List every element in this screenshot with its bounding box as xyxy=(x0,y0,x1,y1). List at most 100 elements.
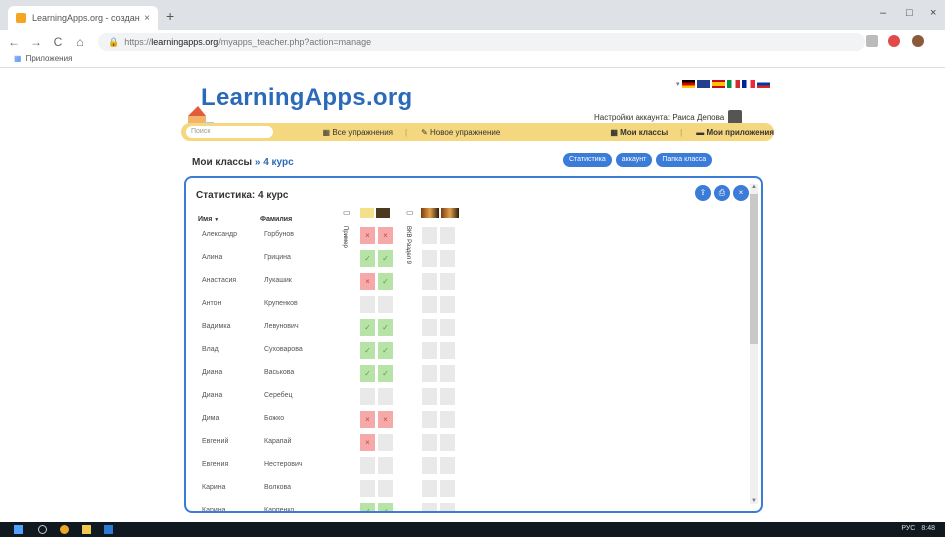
tab-close-icon[interactable]: × xyxy=(144,13,150,24)
flag-ru-icon[interactable] xyxy=(756,80,770,88)
close-window-button[interactable]: × xyxy=(930,7,936,19)
result-cell[interactable] xyxy=(440,342,455,359)
breadcrumb-root[interactable]: Мои классы xyxy=(192,157,252,168)
minimize-button[interactable]: – xyxy=(880,7,886,19)
result-cell[interactable] xyxy=(422,273,437,290)
result-cell[interactable]: ✓ xyxy=(378,503,393,511)
result-cell[interactable] xyxy=(440,388,455,405)
home-button[interactable]: ⌂ xyxy=(72,35,88,49)
browser-tab[interactable]: LearningApps.org - создание м × xyxy=(8,6,158,30)
word-icon[interactable] xyxy=(104,525,113,534)
flag-fr-icon[interactable] xyxy=(741,80,755,88)
flag-it-icon[interactable] xyxy=(726,80,740,88)
result-cell[interactable] xyxy=(422,503,437,511)
scroll-down-icon[interactable]: ▼ xyxy=(751,498,757,504)
result-cell[interactable] xyxy=(440,296,455,313)
flag-gb-icon[interactable] xyxy=(696,80,710,88)
menu-new-exercise[interactable]: ✎ Новое упражнение xyxy=(421,128,500,137)
reload-button[interactable]: C xyxy=(50,35,66,49)
site-logo[interactable]: LearningApps.org xyxy=(201,84,412,112)
scrollbar-thumb[interactable] xyxy=(750,194,758,344)
result-cell[interactable] xyxy=(440,227,455,244)
result-cell[interactable] xyxy=(440,273,455,290)
result-cell[interactable] xyxy=(422,388,437,405)
maximize-button[interactable]: □ xyxy=(906,7,913,19)
address-bar[interactable]: 🔒 https://learningapps.org/myapps_teache… xyxy=(98,33,865,51)
accounts-button[interactable]: аккаунт xyxy=(615,153,653,167)
close-icon[interactable]: × xyxy=(733,185,749,201)
result-cell[interactable]: ✓ xyxy=(360,365,375,382)
result-cell[interactable]: × xyxy=(378,227,393,244)
breadcrumb-current[interactable]: 4 курс xyxy=(263,157,293,168)
new-tab-button[interactable]: + xyxy=(166,8,174,24)
chevron-down-icon[interactable]: ▾ xyxy=(676,80,680,88)
result-cell[interactable] xyxy=(422,296,437,313)
tray-lang[interactable]: РУС xyxy=(901,525,915,532)
menu-all-exercises[interactable]: ▦ Все упражнения xyxy=(323,128,393,137)
flag-es-icon[interactable] xyxy=(711,80,725,88)
result-cell[interactable] xyxy=(378,457,393,474)
account-settings[interactable]: Настройки аккаунта: Раиса Депова xyxy=(594,110,743,124)
app-thumbnail-icon[interactable] xyxy=(441,208,459,218)
print-icon[interactable]: ⎙ xyxy=(714,185,730,201)
bookmark-apps[interactable]: Приложения xyxy=(26,54,73,63)
app-thumbnail-icon[interactable] xyxy=(360,208,374,218)
result-cell[interactable]: ✓ xyxy=(378,273,393,290)
result-cell[interactable] xyxy=(378,296,393,313)
menu-my-apps[interactable]: ▬ Мои приложения xyxy=(696,128,774,137)
result-cell[interactable] xyxy=(422,365,437,382)
result-cell[interactable] xyxy=(360,457,375,474)
app-thumbnail-icon[interactable] xyxy=(376,208,390,218)
menu-my-classes[interactable]: ▦ Мои классы xyxy=(610,128,668,137)
folder-icon[interactable]: ▭ xyxy=(343,208,351,217)
result-cell[interactable] xyxy=(440,457,455,474)
result-cell[interactable] xyxy=(440,480,455,497)
search-icon[interactable] xyxy=(38,525,47,534)
folder-icon[interactable] xyxy=(82,525,91,534)
result-cell[interactable]: ✓ xyxy=(360,319,375,336)
result-cell[interactable]: × xyxy=(378,411,393,428)
result-cell[interactable]: ✓ xyxy=(360,342,375,359)
result-cell[interactable]: × xyxy=(360,273,375,290)
result-cell[interactable] xyxy=(422,411,437,428)
apps-grid-icon[interactable]: ▦ xyxy=(14,54,22,63)
windows-start-icon[interactable] xyxy=(14,525,23,534)
result-cell[interactable] xyxy=(422,250,437,267)
tray-time[interactable]: 8:48 xyxy=(921,525,935,532)
app-thumbnail-icon[interactable] xyxy=(421,208,439,218)
result-cell[interactable]: ✓ xyxy=(378,250,393,267)
result-cell[interactable] xyxy=(440,411,455,428)
extension-icon[interactable] xyxy=(888,35,900,47)
result-cell[interactable] xyxy=(422,342,437,359)
result-cell[interactable] xyxy=(440,319,455,336)
result-cell[interactable]: × xyxy=(360,227,375,244)
result-cell[interactable]: × xyxy=(360,434,375,451)
result-cell[interactable]: ✓ xyxy=(378,342,393,359)
stats-button[interactable]: Статистика xyxy=(563,153,612,167)
result-cell[interactable] xyxy=(360,296,375,313)
flag-de-icon[interactable] xyxy=(681,80,695,88)
search-input[interactable]: Поиск xyxy=(186,126,273,138)
result-cell[interactable] xyxy=(378,480,393,497)
folder-icon[interactable]: ▭ xyxy=(406,208,414,217)
result-cell[interactable] xyxy=(422,227,437,244)
export-icon[interactable]: ⇪ xyxy=(695,185,711,201)
result-cell[interactable] xyxy=(378,388,393,405)
result-cell[interactable]: ✓ xyxy=(378,365,393,382)
column-first-name[interactable]: Имя ▼ xyxy=(198,216,219,223)
result-cell[interactable] xyxy=(422,457,437,474)
result-cell[interactable] xyxy=(378,434,393,451)
scroll-up-icon[interactable]: ▲ xyxy=(751,184,757,190)
star-icon[interactable] xyxy=(866,35,878,47)
result-cell[interactable]: ✓ xyxy=(360,503,375,511)
result-cell[interactable] xyxy=(440,250,455,267)
result-cell[interactable]: ✓ xyxy=(360,250,375,267)
result-cell[interactable] xyxy=(440,503,455,511)
chrome-icon[interactable] xyxy=(60,525,69,534)
result-cell[interactable] xyxy=(422,434,437,451)
class-folder-button[interactable]: Папка класса xyxy=(656,153,713,167)
result-cell[interactable]: × xyxy=(360,411,375,428)
result-cell[interactable] xyxy=(360,480,375,497)
profile-avatar[interactable] xyxy=(912,35,924,47)
forward-button[interactable]: → xyxy=(28,35,44,49)
